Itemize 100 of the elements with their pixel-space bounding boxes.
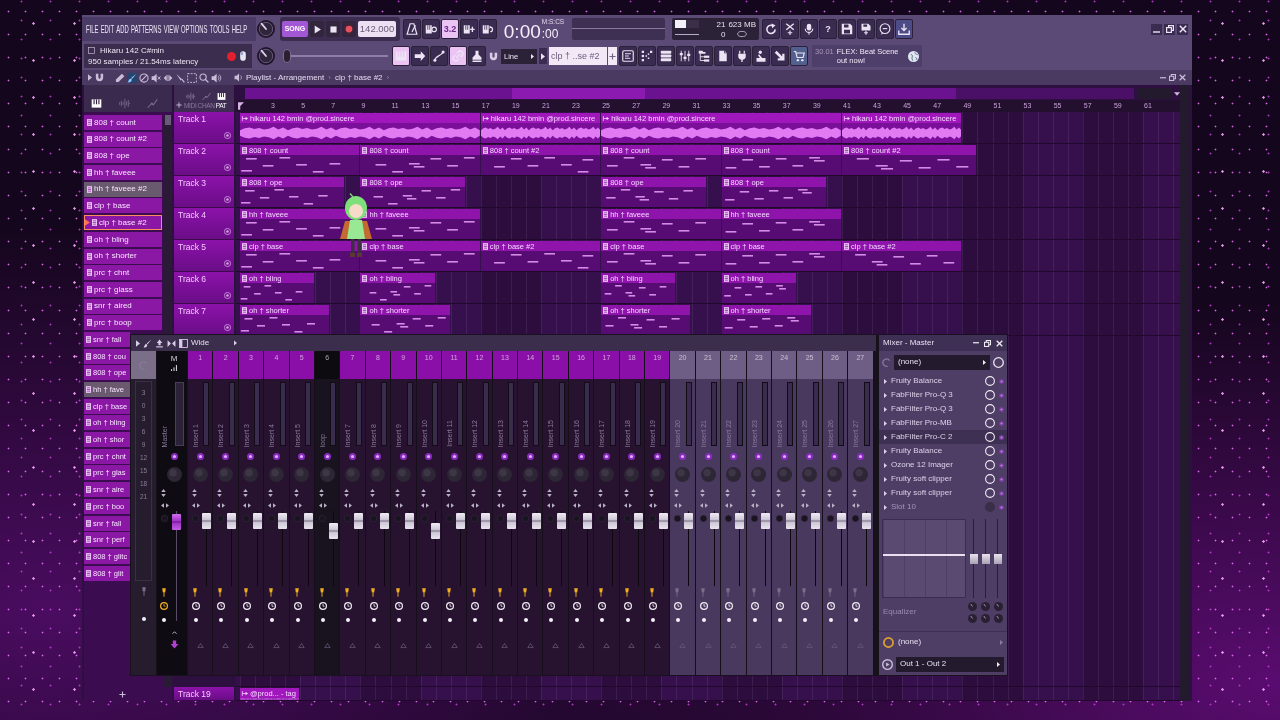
caret-icon[interactable] (234, 340, 238, 346)
fx-indicator-icon[interactable] (222, 452, 230, 460)
dot-icon[interactable] (371, 617, 376, 622)
effect-slot[interactable]: FabFilter Pro-Q 3 (879, 388, 1007, 402)
track-header[interactable]: Track 3 (174, 176, 234, 208)
master-volume-knob[interactable] (257, 20, 275, 38)
dot-icon[interactable] (473, 617, 478, 622)
bulb-icon[interactable] (344, 588, 351, 597)
caret-icon[interactable] (136, 339, 140, 347)
up-down-arrows-icon[interactable] (522, 488, 528, 497)
track-header[interactable]: Track 7 (174, 304, 234, 336)
bulb-icon[interactable] (420, 588, 427, 597)
mute-toggle-icon[interactable] (224, 228, 231, 235)
zoom-icon[interactable] (199, 72, 209, 83)
up-down-arrows-icon[interactable] (826, 488, 832, 497)
dot-icon[interactable] (574, 617, 579, 622)
fader-thumb[interactable] (227, 512, 237, 529)
left-right-arrows-icon[interactable] (852, 502, 861, 508)
slider-thumb[interactable] (970, 553, 978, 564)
fader-thumb[interactable] (735, 512, 745, 529)
up-down-arrows-icon[interactable] (369, 488, 375, 497)
menu-item[interactable]: ADD (116, 22, 129, 36)
track-header[interactable]: Track 2 (174, 144, 234, 176)
up-down-arrows-icon[interactable] (344, 488, 350, 497)
eq-knob[interactable] (968, 613, 977, 623)
enable-ring-icon[interactable] (985, 446, 995, 456)
tempo-field[interactable]: 142.000 (358, 21, 396, 37)
countdown-button[interactable]: 3.2 (441, 19, 459, 39)
left-right-arrows-icon[interactable] (369, 502, 378, 508)
fx-indicator-icon[interactable] (755, 452, 763, 460)
bulb-icon[interactable] (496, 588, 503, 597)
fader-thumb[interactable] (506, 512, 516, 529)
enable-ring-icon[interactable] (985, 390, 995, 400)
fx-indicator-icon[interactable] (729, 452, 737, 460)
plugin-database-button[interactable] (733, 46, 751, 66)
left-right-arrows-icon[interactable] (623, 502, 632, 508)
drag-button[interactable] (771, 46, 789, 66)
clock-icon[interactable] (160, 601, 168, 610)
pattern-item[interactable]: clp † base (84, 198, 162, 214)
piano-keys-icon[interactable] (91, 98, 102, 109)
dot-icon[interactable] (194, 617, 198, 622)
effect-slot[interactable]: Slot 10 (879, 500, 1007, 514)
fx-indicator-icon[interactable] (679, 452, 687, 460)
pattern-item[interactable]: 808 † count #2 (84, 131, 162, 147)
dot-icon[interactable] (625, 617, 630, 622)
mix-dot-icon[interactable] (999, 448, 1004, 454)
left-right-arrows-icon[interactable] (293, 502, 302, 508)
mix-dot-icon[interactable] (999, 434, 1004, 440)
mute-icon[interactable] (151, 72, 161, 83)
mix-dot-icon[interactable] (999, 420, 1004, 426)
dot-icon[interactable] (803, 617, 808, 622)
channel-rack-button[interactable] (657, 46, 675, 66)
up-down-arrows-icon[interactable] (649, 488, 655, 497)
fx-indicator-icon[interactable] (526, 452, 534, 460)
bulb-icon[interactable] (268, 588, 275, 597)
eq-graph[interactable] (882, 519, 966, 598)
restore-icon[interactable] (1169, 74, 1176, 81)
dot-icon[interactable] (219, 617, 224, 622)
fader-thumb[interactable] (836, 512, 846, 529)
fx-indicator-icon[interactable] (577, 452, 585, 460)
menu-item[interactable]: FILE (86, 22, 99, 36)
mute-toggle-icon[interactable] (224, 260, 231, 267)
step-edit-button[interactable] (460, 19, 478, 39)
knife-icon[interactable] (175, 72, 185, 83)
fader-thumb[interactable] (252, 512, 262, 529)
slider-thumb[interactable] (982, 553, 990, 564)
dot-icon[interactable] (498, 617, 503, 622)
effect-slot[interactable]: FabFilter Pro-Q 3 (879, 402, 1007, 416)
pattern-item[interactable]: hh † faveee #2 (84, 181, 162, 197)
bulb-icon[interactable] (293, 588, 300, 597)
menu-item[interactable]: EDIT (100, 22, 115, 36)
add-track-icon[interactable] (176, 102, 182, 108)
menu-item[interactable]: TOOLS (209, 22, 230, 36)
up-down-arrows-icon[interactable] (242, 488, 248, 497)
bulb-icon[interactable] (547, 588, 554, 597)
bulb-icon[interactable] (192, 588, 198, 597)
loop-record-button[interactable] (479, 19, 497, 39)
fx-indicator-icon[interactable] (780, 452, 788, 460)
bulb-icon[interactable] (471, 588, 478, 597)
left-right-arrows-icon[interactable] (420, 502, 429, 508)
dot-icon[interactable] (346, 617, 351, 622)
mix-dot-icon[interactable] (999, 392, 1004, 398)
sidechain-ring-icon[interactable] (883, 636, 894, 648)
close-icon[interactable] (1179, 74, 1186, 81)
fader-thumb[interactable] (303, 512, 313, 529)
add-pattern-button[interactable] (608, 47, 617, 65)
undo-button[interactable] (762, 19, 780, 39)
dot-icon[interactable] (727, 617, 732, 622)
dot-icon[interactable] (447, 617, 452, 622)
left-right-arrows-icon[interactable] (750, 502, 759, 508)
track-header[interactable]: Track 4 (174, 208, 234, 240)
plus-icon[interactable] (119, 690, 126, 698)
fader-thumb[interactable] (633, 512, 643, 529)
stop-button[interactable] (326, 21, 340, 37)
track-header[interactable]: Track 19 (174, 687, 234, 701)
pattern-item[interactable]: hh † faveee (84, 165, 162, 181)
dot-icon[interactable] (524, 617, 529, 622)
fx-indicator-icon[interactable] (196, 452, 204, 460)
stamp-button[interactable] (468, 46, 486, 66)
left-right-arrows-icon[interactable] (801, 502, 810, 508)
